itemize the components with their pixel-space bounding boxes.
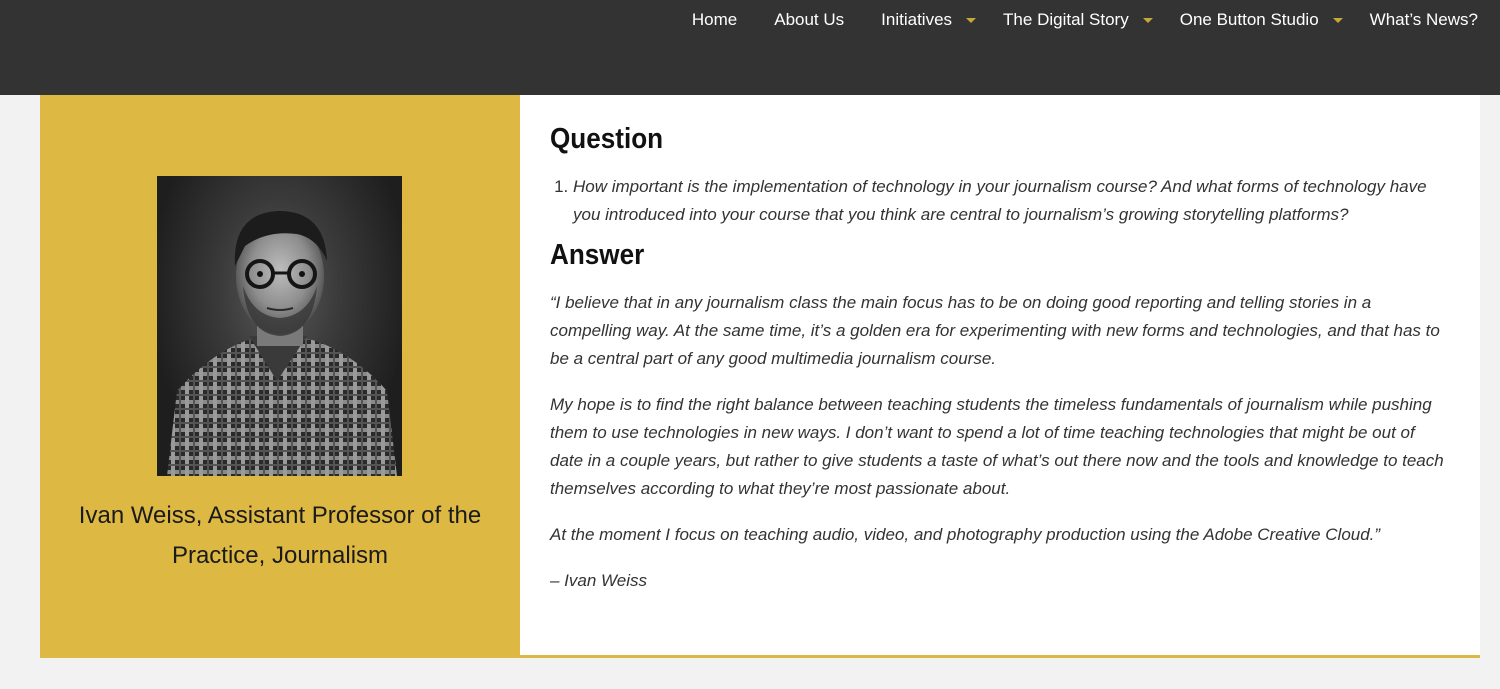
main-nav: Home About Us Initiatives The Digital St…	[692, 9, 1478, 31]
profile-panel: Ivan Weiss, Assistant Professor of the P…	[40, 95, 520, 658]
nav-item-label: About Us	[774, 10, 845, 29]
nav-item-label: Home	[691, 10, 738, 29]
nav-item-one-button-studio[interactable]: One Button Studio	[1180, 9, 1343, 31]
nav-item-label: The Digital Story	[1003, 10, 1129, 29]
nav-item-whats-news[interactable]: What’s News?	[1370, 9, 1478, 31]
nav-item-label: What’s News?	[1369, 10, 1478, 29]
profile-caption: Ivan Weiss, Assistant Professor of the P…	[78, 502, 482, 569]
answer-heading: Answer	[550, 239, 645, 271]
question-item: How important is the implementation of t…	[573, 173, 1450, 229]
nav-item-label: Initiatives	[881, 10, 953, 29]
chevron-down-icon[interactable]	[1142, 18, 1153, 23]
nav-item-the-digital-story[interactable]: The Digital Story	[1003, 9, 1153, 31]
nav-item-home[interactable]: Home	[692, 9, 737, 31]
nav-item-label: One Button Studio	[1179, 10, 1319, 29]
answer-attribution: – Ivan Weiss	[550, 571, 648, 590]
nav-item-initiatives[interactable]: Initiatives	[881, 9, 977, 31]
profile-photo	[157, 176, 402, 476]
portrait-image	[167, 210, 397, 476]
answer-paragraph: At the moment I focus on teaching audio,…	[550, 525, 1381, 544]
top-bar: Home About Us Initiatives The Digital St…	[0, 0, 1500, 95]
interview-card: Ivan Weiss, Assistant Professor of the P…	[40, 95, 1480, 658]
question-list: How important is the implementation of t…	[550, 173, 1450, 229]
nav-item-about-us[interactable]: About Us	[774, 9, 844, 31]
answer-paragraph: “I believe that in any journalism class …	[550, 293, 1440, 368]
chevron-down-icon[interactable]	[966, 18, 977, 23]
question-heading: Question	[550, 123, 664, 155]
answer-paragraph: My hope is to find the right balance bet…	[550, 395, 1444, 498]
chevron-down-icon[interactable]	[1332, 18, 1343, 23]
interview-content: Question How important is the implementa…	[550, 117, 1450, 595]
